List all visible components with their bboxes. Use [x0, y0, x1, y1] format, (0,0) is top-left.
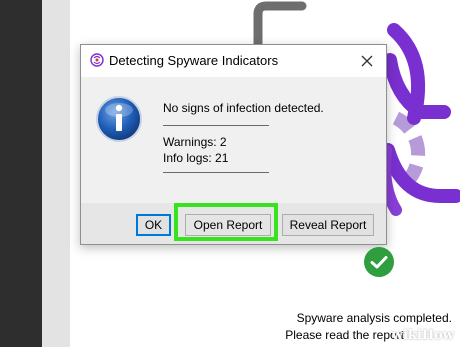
- close-icon[interactable]: [358, 52, 376, 70]
- result-message: No signs of infection detected.: [163, 101, 324, 115]
- screen: Detecting Spyware Indicators No signs of…: [0, 0, 460, 347]
- info-logs-count: Info logs: 21: [163, 151, 229, 165]
- warnings-count: Warnings: 2: [163, 135, 227, 149]
- dialog-titlebar: Detecting Spyware Indicators: [81, 45, 386, 77]
- divider-bottom: [163, 172, 269, 173]
- ok-button[interactable]: OK: [136, 214, 171, 236]
- check-icon: [364, 247, 394, 277]
- open-report-button[interactable]: Open Report: [185, 214, 271, 236]
- dialog-title: Detecting Spyware Indicators: [109, 53, 279, 68]
- status-completed: Spyware analysis completed.: [296, 311, 452, 325]
- info-icon: [96, 96, 142, 142]
- status-read-report: Please read the report: [285, 328, 404, 342]
- reveal-report-button[interactable]: Reveal Report: [282, 214, 374, 236]
- divider-top: [163, 125, 269, 126]
- wikihow-watermark: wikiHow: [391, 328, 454, 343]
- spyware-dialog: Detecting Spyware Indicators No signs of…: [80, 44, 387, 245]
- app-logo-icon: [90, 53, 104, 67]
